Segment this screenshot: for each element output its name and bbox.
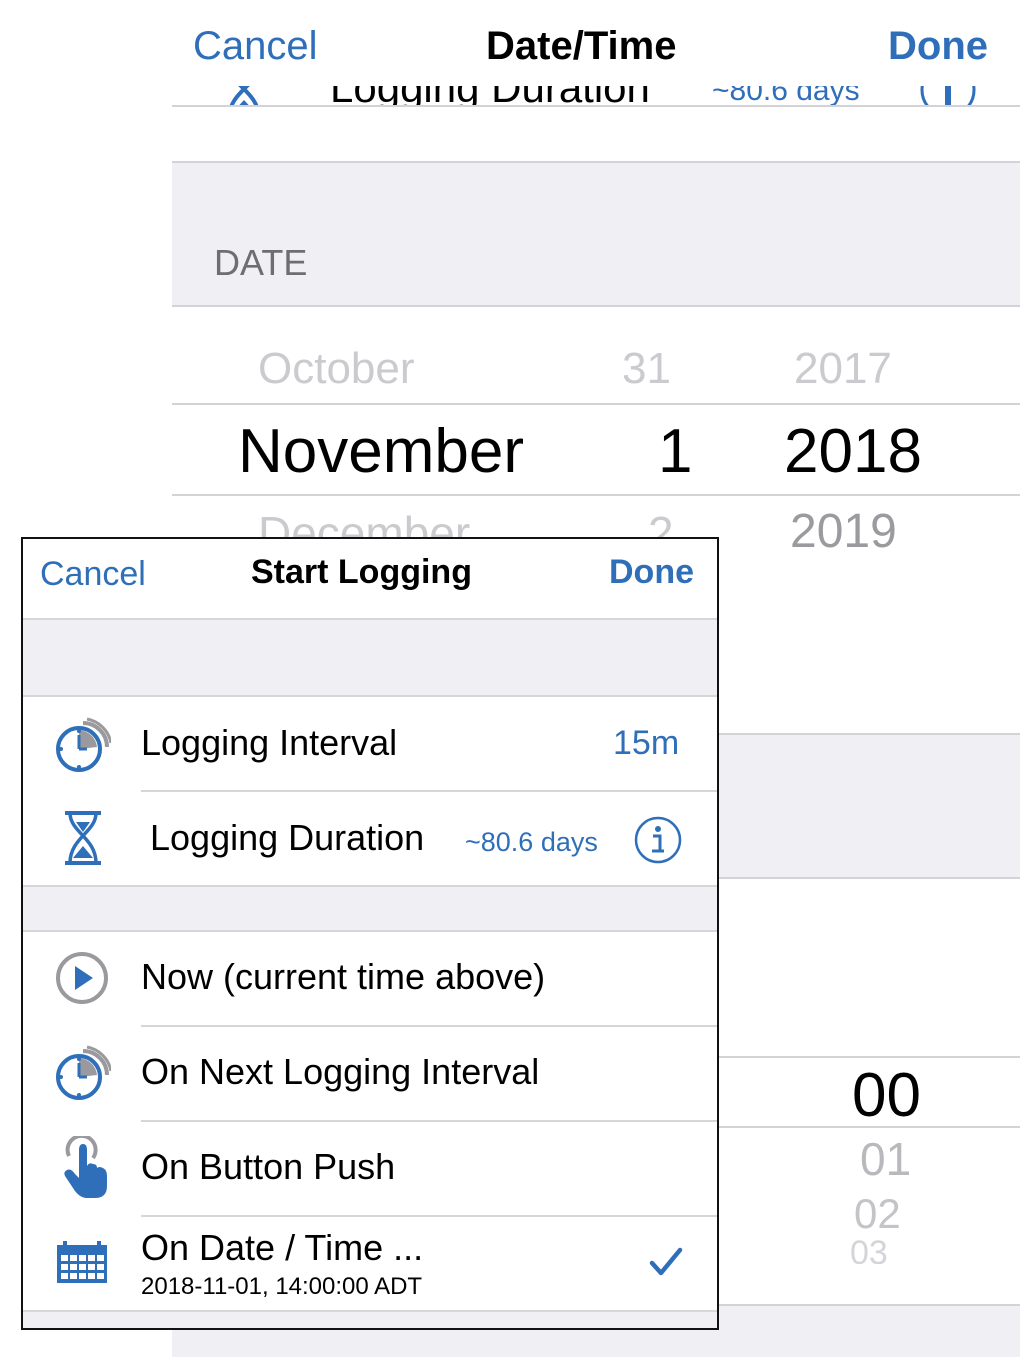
hourglass-icon <box>229 86 259 106</box>
logging-interval-label: Logging Interval <box>141 722 398 763</box>
option-date-time-row[interactable]: On Date / Time ... 2018-11-01, 14:00:00 … <box>23 1217 717 1310</box>
option-now-row[interactable]: Now (current time above) <box>23 932 717 1025</box>
bg-logging-duration-row[interactable]: Logging Duration ~80.6 days <box>172 86 1020 106</box>
bottom-band-left <box>172 1328 715 1357</box>
logging-duration-row[interactable]: Logging Duration ~80.6 days <box>23 792 717 885</box>
picker-month-prev[interactable]: October <box>258 344 415 394</box>
group-spacer <box>23 620 717 695</box>
bg-row-value: ~80.6 days <box>712 86 860 106</box>
minute-picker-selected[interactable]: 00 <box>852 1060 921 1131</box>
logging-interval-row[interactable]: Logging Interval 15m <box>23 697 717 790</box>
minute-picker-next3-clip: 03 <box>850 1238 930 1264</box>
logging-duration-value: ~80.6 days <box>465 827 598 857</box>
option-next-interval-label: On Next Logging Interval <box>141 1051 540 1092</box>
clock-icon <box>56 1045 111 1100</box>
option-now-label: Now (current time above) <box>141 956 546 997</box>
hourglass-icon <box>65 811 101 865</box>
info-icon[interactable] <box>918 86 978 106</box>
picker-year-selected[interactable]: 2018 <box>784 416 922 487</box>
picker-year-prev[interactable]: 2017 <box>794 344 892 394</box>
date-section-header: DATE <box>214 242 308 283</box>
group-spacer <box>23 887 717 930</box>
time-section-band <box>715 734 1020 878</box>
picker-day-selected[interactable]: 1 <box>658 416 692 487</box>
start-logging-panel: Cancel Start Logging Done Logging Interv… <box>21 537 719 1330</box>
done-button[interactable]: Done <box>609 553 694 592</box>
play-icon <box>56 952 108 1004</box>
logging-duration-label: Logging Duration <box>150 817 425 858</box>
group-footer <box>23 1312 717 1328</box>
picker-selection-top-line <box>172 403 1020 405</box>
separator <box>715 733 1020 735</box>
logging-interval-value: 15m <box>613 724 680 762</box>
separator <box>172 161 1020 163</box>
minute-picker-next1[interactable]: 01 <box>860 1132 911 1186</box>
picker-day-prev[interactable]: 31 <box>622 344 671 394</box>
panel-title: Start Logging <box>251 553 472 591</box>
minute-picker-next3[interactable]: 03 <box>850 1238 888 1264</box>
bottom-band <box>715 1305 1020 1357</box>
minute-picker-next2[interactable]: 02 <box>854 1190 901 1238</box>
option-button-push-label: On Button Push <box>141 1146 396 1187</box>
picker-month-selected[interactable]: November <box>238 416 524 487</box>
separator <box>715 877 1020 879</box>
picker-selection-bottom-line <box>172 494 1020 496</box>
separator <box>715 1304 1020 1306</box>
checkmark-icon <box>649 1247 683 1276</box>
picker-year-next[interactable]: 2019 <box>790 504 897 559</box>
cancel-button[interactable]: Cancel <box>40 555 146 594</box>
time-picker-selection-bottom-line <box>715 1126 1020 1128</box>
calendar-icon <box>57 1241 107 1283</box>
option-date-time-sublabel: 2018-11-01, 14:00:00 ADT <box>141 1273 423 1300</box>
option-date-time-label: On Date / Time ... <box>141 1227 424 1268</box>
option-button-push-row[interactable]: On Button Push <box>23 1122 717 1215</box>
date-section-band <box>172 162 1020 306</box>
bg-cancel-button[interactable]: Cancel <box>193 24 318 69</box>
info-icon[interactable] <box>633 815 683 865</box>
separator <box>172 105 1020 107</box>
time-picker-selection-top-line <box>715 1056 1020 1058</box>
option-next-interval-row[interactable]: On Next Logging Interval <box>23 1027 717 1120</box>
finger-press-icon <box>64 1136 107 1198</box>
bg-done-button[interactable]: Done <box>888 24 988 69</box>
separator <box>172 305 1020 307</box>
clock-icon <box>56 717 111 772</box>
bg-nav-title: Date/Time <box>486 24 677 68</box>
bg-row-label: Logging Duration <box>330 86 650 106</box>
